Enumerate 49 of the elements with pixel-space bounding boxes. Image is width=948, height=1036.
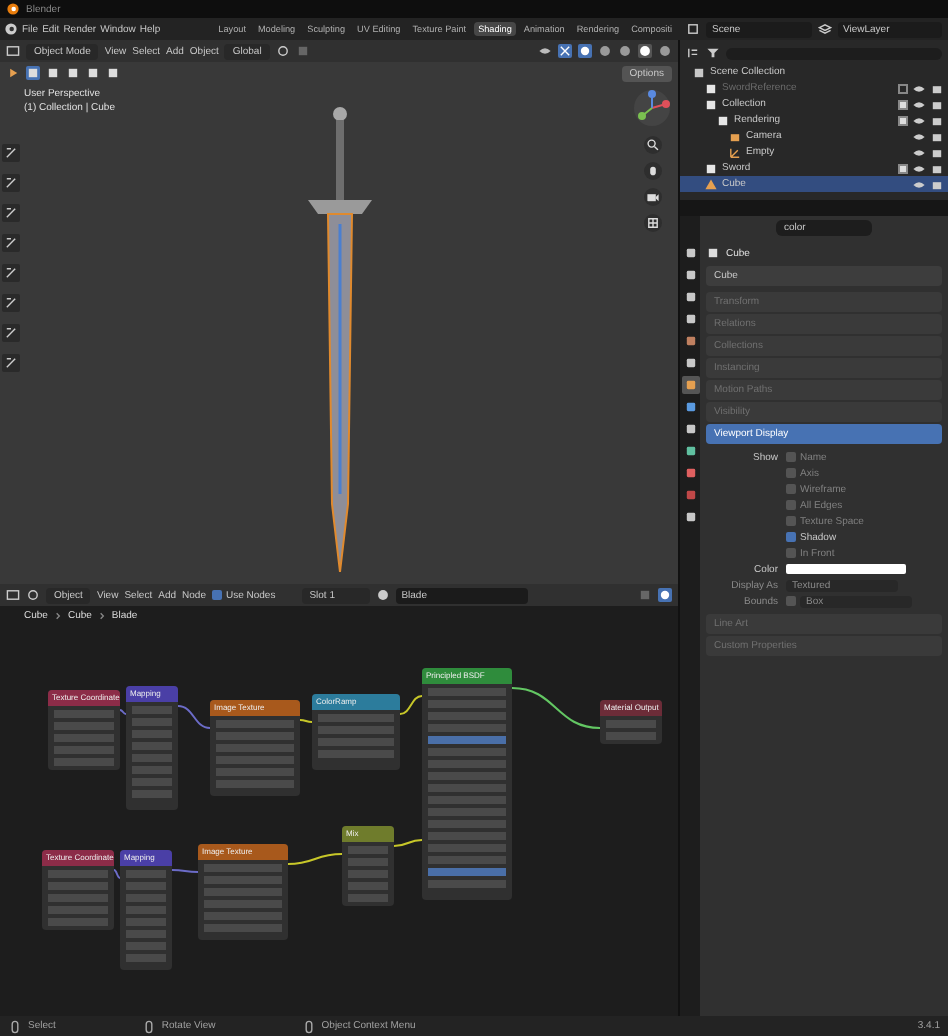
checkbox[interactable] <box>211 590 222 600</box>
display-mode-icon[interactable] <box>686 46 700 60</box>
editor-type-icon[interactable] <box>6 588 20 602</box>
tool-icon[interactable] <box>2 174 20 192</box>
tool-icon[interactable] <box>2 264 20 282</box>
visibility-icon[interactable] <box>538 44 552 58</box>
tool-icon[interactable] <box>2 324 20 342</box>
node-fields-drawing <box>342 842 394 906</box>
shading-mode-icon[interactable] <box>638 44 652 58</box>
play-icon[interactable] <box>6 66 20 80</box>
checkbox[interactable] <box>786 484 796 494</box>
layers-icon[interactable] <box>817 22 831 36</box>
checkbox[interactable] <box>898 99 908 109</box>
color-swatch[interactable] <box>786 564 906 574</box>
tool-icon[interactable] <box>2 144 20 162</box>
tool-icon[interactable] <box>2 234 20 252</box>
axis-gizmo-icon[interactable] <box>632 88 672 128</box>
node-fields-drawing <box>42 866 114 930</box>
checkbox[interactable] <box>786 596 796 606</box>
mouse-icon <box>8 1019 22 1033</box>
checkbox[interactable] <box>898 115 908 125</box>
node-fields-drawing <box>600 716 662 744</box>
overlay-toggle-icon[interactable] <box>658 588 672 602</box>
mouse-icon <box>301 1019 316 1033</box>
checkbox[interactable] <box>786 500 796 510</box>
filter-icon[interactable] <box>706 46 720 60</box>
tool-icon[interactable] <box>2 294 20 312</box>
checkbox[interactable] <box>786 532 796 542</box>
zoom-icon[interactable] <box>643 136 661 154</box>
editor-type-icon[interactable] <box>6 44 20 58</box>
grid-icon[interactable] <box>643 214 661 232</box>
shader-type-icon[interactable] <box>26 588 40 602</box>
object-icon <box>706 246 720 260</box>
checkbox[interactable] <box>786 452 796 462</box>
tool-icon[interactable] <box>2 354 20 372</box>
shading-mode-icon[interactable] <box>658 44 672 58</box>
scene-icon[interactable] <box>686 22 700 36</box>
overlay-toggle-icon[interactable] <box>578 44 592 58</box>
tool-icon[interactable] <box>2 204 20 222</box>
node-fields-drawing <box>48 706 120 770</box>
checkbox[interactable] <box>786 516 796 526</box>
checkbox[interactable] <box>786 548 796 558</box>
hand-icon[interactable] <box>643 162 661 180</box>
checkbox[interactable] <box>786 468 796 478</box>
pivot-icon[interactable] <box>275 44 290 58</box>
material-icon[interactable] <box>375 588 390 602</box>
gizmo-toggle-icon[interactable] <box>558 44 572 58</box>
checkbox[interactable] <box>898 163 908 173</box>
mouse-icon <box>141 1019 156 1033</box>
